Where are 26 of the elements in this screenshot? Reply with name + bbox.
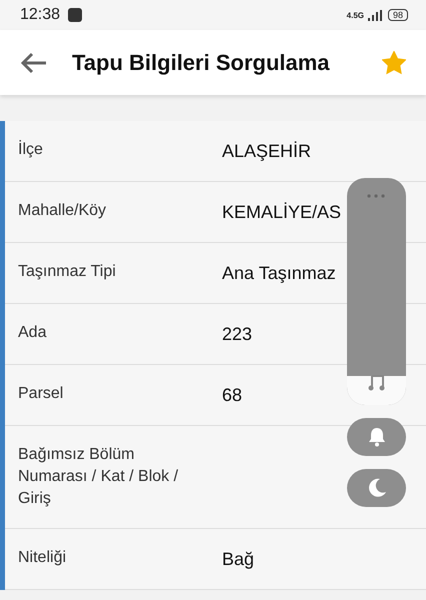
field-label: Niteliği (18, 548, 68, 568)
back-button[interactable] (20, 52, 48, 74)
field-value: 223 (222, 323, 254, 346)
more-icon (366, 194, 386, 198)
field-label: Mahalle/Köy (18, 201, 108, 221)
status-time: 12:38 (20, 6, 60, 24)
music-note-icon (368, 373, 385, 391)
battery-level: 98 (388, 9, 408, 21)
signal-icon (368, 10, 384, 20)
volume-slider[interactable] (347, 178, 406, 405)
field-value: ALAŞEHİR (222, 140, 312, 163)
field-label: Parsel (18, 384, 64, 404)
field-value: Ana Taşınmaz (222, 262, 337, 285)
field-label: İlçe (18, 139, 44, 160)
field-value: 68 (222, 384, 244, 407)
moon-icon (366, 478, 386, 498)
bell-icon (368, 427, 386, 447)
star-icon[interactable] (382, 50, 406, 74)
field-value: Bağ (222, 548, 256, 571)
page-title: Tapu Bilgileri Sorgulama (72, 50, 331, 76)
field-label: Ada (18, 323, 48, 343)
field-label: Bağımsız Bölüm Numarası / Kat / Blok / Giriş (18, 445, 180, 509)
field-value: KEMALİYE/AS (222, 201, 342, 224)
field-label: Taşınmaz Tipi (18, 262, 117, 282)
network-label: 4.5G (346, 10, 364, 20)
notification-icon (68, 8, 82, 22)
